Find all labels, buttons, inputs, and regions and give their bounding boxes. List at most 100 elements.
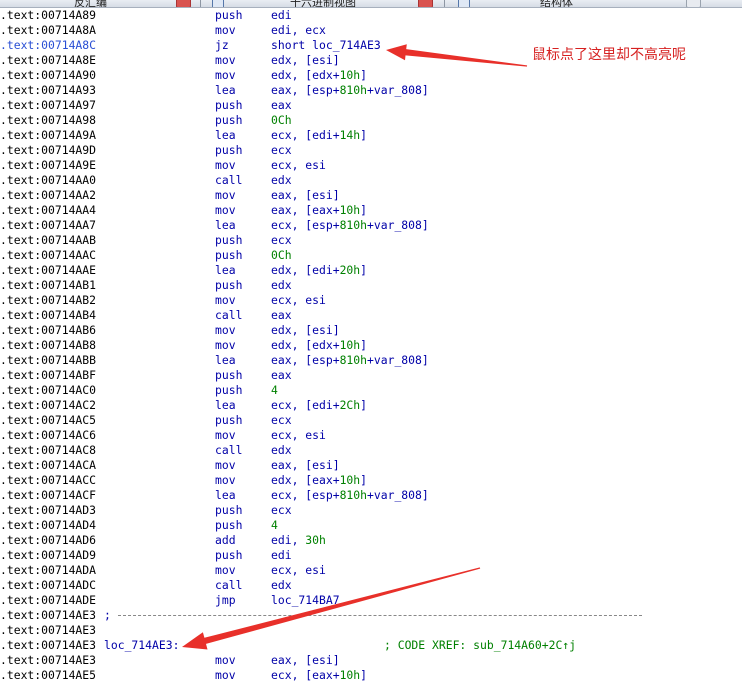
operand[interactable]: eax	[271, 98, 292, 113]
line-address[interactable]: .text:00714AAB	[0, 233, 96, 248]
operand[interactable]: eax, [esi]	[271, 188, 340, 203]
mnemonic[interactable]: push	[215, 98, 242, 113]
mnemonic[interactable]: mov	[215, 158, 236, 173]
operand-suffix[interactable]: ]	[360, 128, 367, 142]
operand[interactable]: ecx, [esp+810h+var_808]	[271, 218, 429, 233]
operand[interactable]: eax, [esi]	[271, 653, 340, 668]
line-address[interactable]: .text:00714AD6	[0, 533, 96, 548]
disasm-line[interactable]: .text:00714ADC call edx	[0, 578, 742, 593]
operand[interactable]: eax, [esp+810h+var_808]	[271, 83, 429, 98]
operand-text[interactable]: ecx	[271, 143, 292, 157]
operand-text[interactable]: ecx	[271, 503, 292, 517]
operand-text[interactable]: edx	[271, 278, 292, 292]
operand[interactable]: 0Ch	[271, 113, 292, 128]
line-address[interactable]: .text:00714A93	[0, 83, 96, 98]
operand-text[interactable]: ecx	[271, 233, 292, 247]
operand-text[interactable]: ecx	[271, 413, 292, 427]
operand[interactable]: ecx, [esp+810h+var_808]	[271, 488, 429, 503]
mnemonic[interactable]: push	[215, 8, 242, 23]
operand[interactable]: ecx	[271, 233, 292, 248]
operand[interactable]: edi, ecx	[271, 23, 326, 38]
line-address[interactable]: .text:00714AD4	[0, 518, 96, 533]
mnemonic[interactable]: push	[215, 548, 242, 563]
operand[interactable]: ecx, esi	[271, 428, 326, 443]
operand-number[interactable]: 0Ch	[271, 248, 292, 262]
mnemonic[interactable]: push	[215, 503, 242, 518]
line-address[interactable]: .text:00714AC8	[0, 443, 96, 458]
disasm-line[interactable]: .text:00714AAC push 0Ch	[0, 248, 742, 263]
operand[interactable]: eax	[271, 368, 292, 383]
mnemonic[interactable]: push	[215, 413, 242, 428]
line-address[interactable]: .text:00714AA2	[0, 188, 96, 203]
line-address[interactable]: .text:00714A9D	[0, 143, 96, 158]
line-address[interactable]: .text:00714ACF	[0, 488, 96, 503]
operand-text[interactable]: ecx, [esp+	[271, 488, 340, 502]
operand-text[interactable]: edi	[271, 8, 292, 22]
line-address[interactable]: .text:00714A98	[0, 113, 96, 128]
disasm-line[interactable]: .text:00714AE3	[0, 623, 742, 638]
operand-text[interactable]: eax, [esi]	[271, 458, 340, 472]
operand[interactable]: ecx	[271, 413, 292, 428]
mnemonic[interactable]: push	[215, 143, 242, 158]
operand-text[interactable]: edx	[271, 443, 292, 457]
operand-text[interactable]: ecx, esi	[271, 158, 326, 172]
operand-text[interactable]: eax	[271, 368, 292, 382]
mnemonic[interactable]: mov	[215, 653, 236, 668]
mnemonic[interactable]: mov	[215, 68, 236, 83]
operand-number[interactable]: 10h	[340, 668, 361, 682]
disasm-line[interactable]: .text:00714AD9 push edi	[0, 548, 742, 563]
line-address[interactable]: .text:00714ABB	[0, 353, 96, 368]
line-address[interactable]: .text:00714AE5	[0, 668, 96, 683]
disasm-line[interactable]: .text:00714ACF lea ecx, [esp+810h+var_808]	[0, 488, 742, 503]
operand-number[interactable]: 0Ch	[271, 113, 292, 127]
operand[interactable]: eax, [eax+10h]	[271, 203, 367, 218]
mnemonic[interactable]: push	[215, 248, 242, 263]
line-address[interactable]: .text:00714AC6	[0, 428, 96, 443]
line-address[interactable]: .text:00714AC2	[0, 398, 96, 413]
operand[interactable]: eax	[271, 308, 292, 323]
mnemonic[interactable]: lea	[215, 263, 236, 278]
operand-text[interactable]: edx, [edx+	[271, 68, 340, 82]
operand-text[interactable]: ecx, esi	[271, 293, 326, 307]
disasm-line[interactable]: .text:00714ADA mov ecx, esi	[0, 563, 742, 578]
disasm-line[interactable]: .text:00714A9E mov ecx, esi	[0, 158, 742, 173]
mnemonic[interactable]: push	[215, 113, 242, 128]
operand[interactable]: ecx, esi	[271, 158, 326, 173]
line-address[interactable]: .text:00714A97	[0, 98, 96, 113]
line-address[interactable]: .text:00714AA4	[0, 203, 96, 218]
disasm-line[interactable]: .text:00714AC6 mov ecx, esi	[0, 428, 742, 443]
operand[interactable]: loc_714BA7	[271, 593, 340, 608]
mnemonic[interactable]: jz	[215, 38, 229, 53]
operand[interactable]: ecx, [eax+10h]	[271, 668, 367, 683]
disasm-line[interactable]: .text:00714AB8 mov edx, [edx+10h]	[0, 338, 742, 353]
disasm-line[interactable]: .text:00714AC8 call edx	[0, 443, 742, 458]
close-icon[interactable]	[176, 0, 191, 7]
mnemonic[interactable]: push	[215, 233, 242, 248]
operand-suffix[interactable]: +var_808]	[367, 83, 429, 97]
operand[interactable]: edx, [edi+20h]	[271, 263, 367, 278]
disasm-line[interactable]: .text:00714AD4 push 4	[0, 518, 742, 533]
operand-text[interactable]: edx, [eax+	[271, 473, 340, 487]
disasm-line[interactable]: .text:00714A98 push 0Ch	[0, 113, 742, 128]
operand[interactable]: edx, [edx+10h]	[271, 68, 367, 83]
operand-text[interactable]: edi	[271, 548, 292, 562]
operand-text[interactable]: eax, [esi]	[271, 188, 340, 202]
operand-text[interactable]: eax	[271, 98, 292, 112]
operand-text[interactable]: loc_714BA7	[271, 593, 340, 607]
line-address[interactable]: .text:00714AB4	[0, 308, 96, 323]
operand[interactable]: ecx	[271, 143, 292, 158]
operand-number[interactable]: 20h	[340, 263, 361, 277]
operand-suffix[interactable]: ]	[360, 203, 367, 217]
line-address[interactable]: .text:00714AAE	[0, 263, 96, 278]
operand-number[interactable]: 810h	[340, 488, 367, 502]
line-address[interactable]: .text:00714AE3	[0, 653, 96, 668]
operand-suffix[interactable]: ]	[360, 398, 367, 412]
disasm-line[interactable]: .text:00714A9D push ecx	[0, 143, 742, 158]
operand[interactable]: edx	[271, 443, 292, 458]
mnemonic[interactable]: call	[215, 308, 242, 323]
mnemonic[interactable]: mov	[215, 428, 236, 443]
operand-suffix[interactable]: ]	[360, 68, 367, 82]
line-address[interactable]: .text:00714AB1	[0, 278, 96, 293]
operand-suffix[interactable]: +var_808]	[367, 353, 429, 367]
disasm-line[interactable]: .text:00714AC2 lea ecx, [edi+2Ch]	[0, 398, 742, 413]
